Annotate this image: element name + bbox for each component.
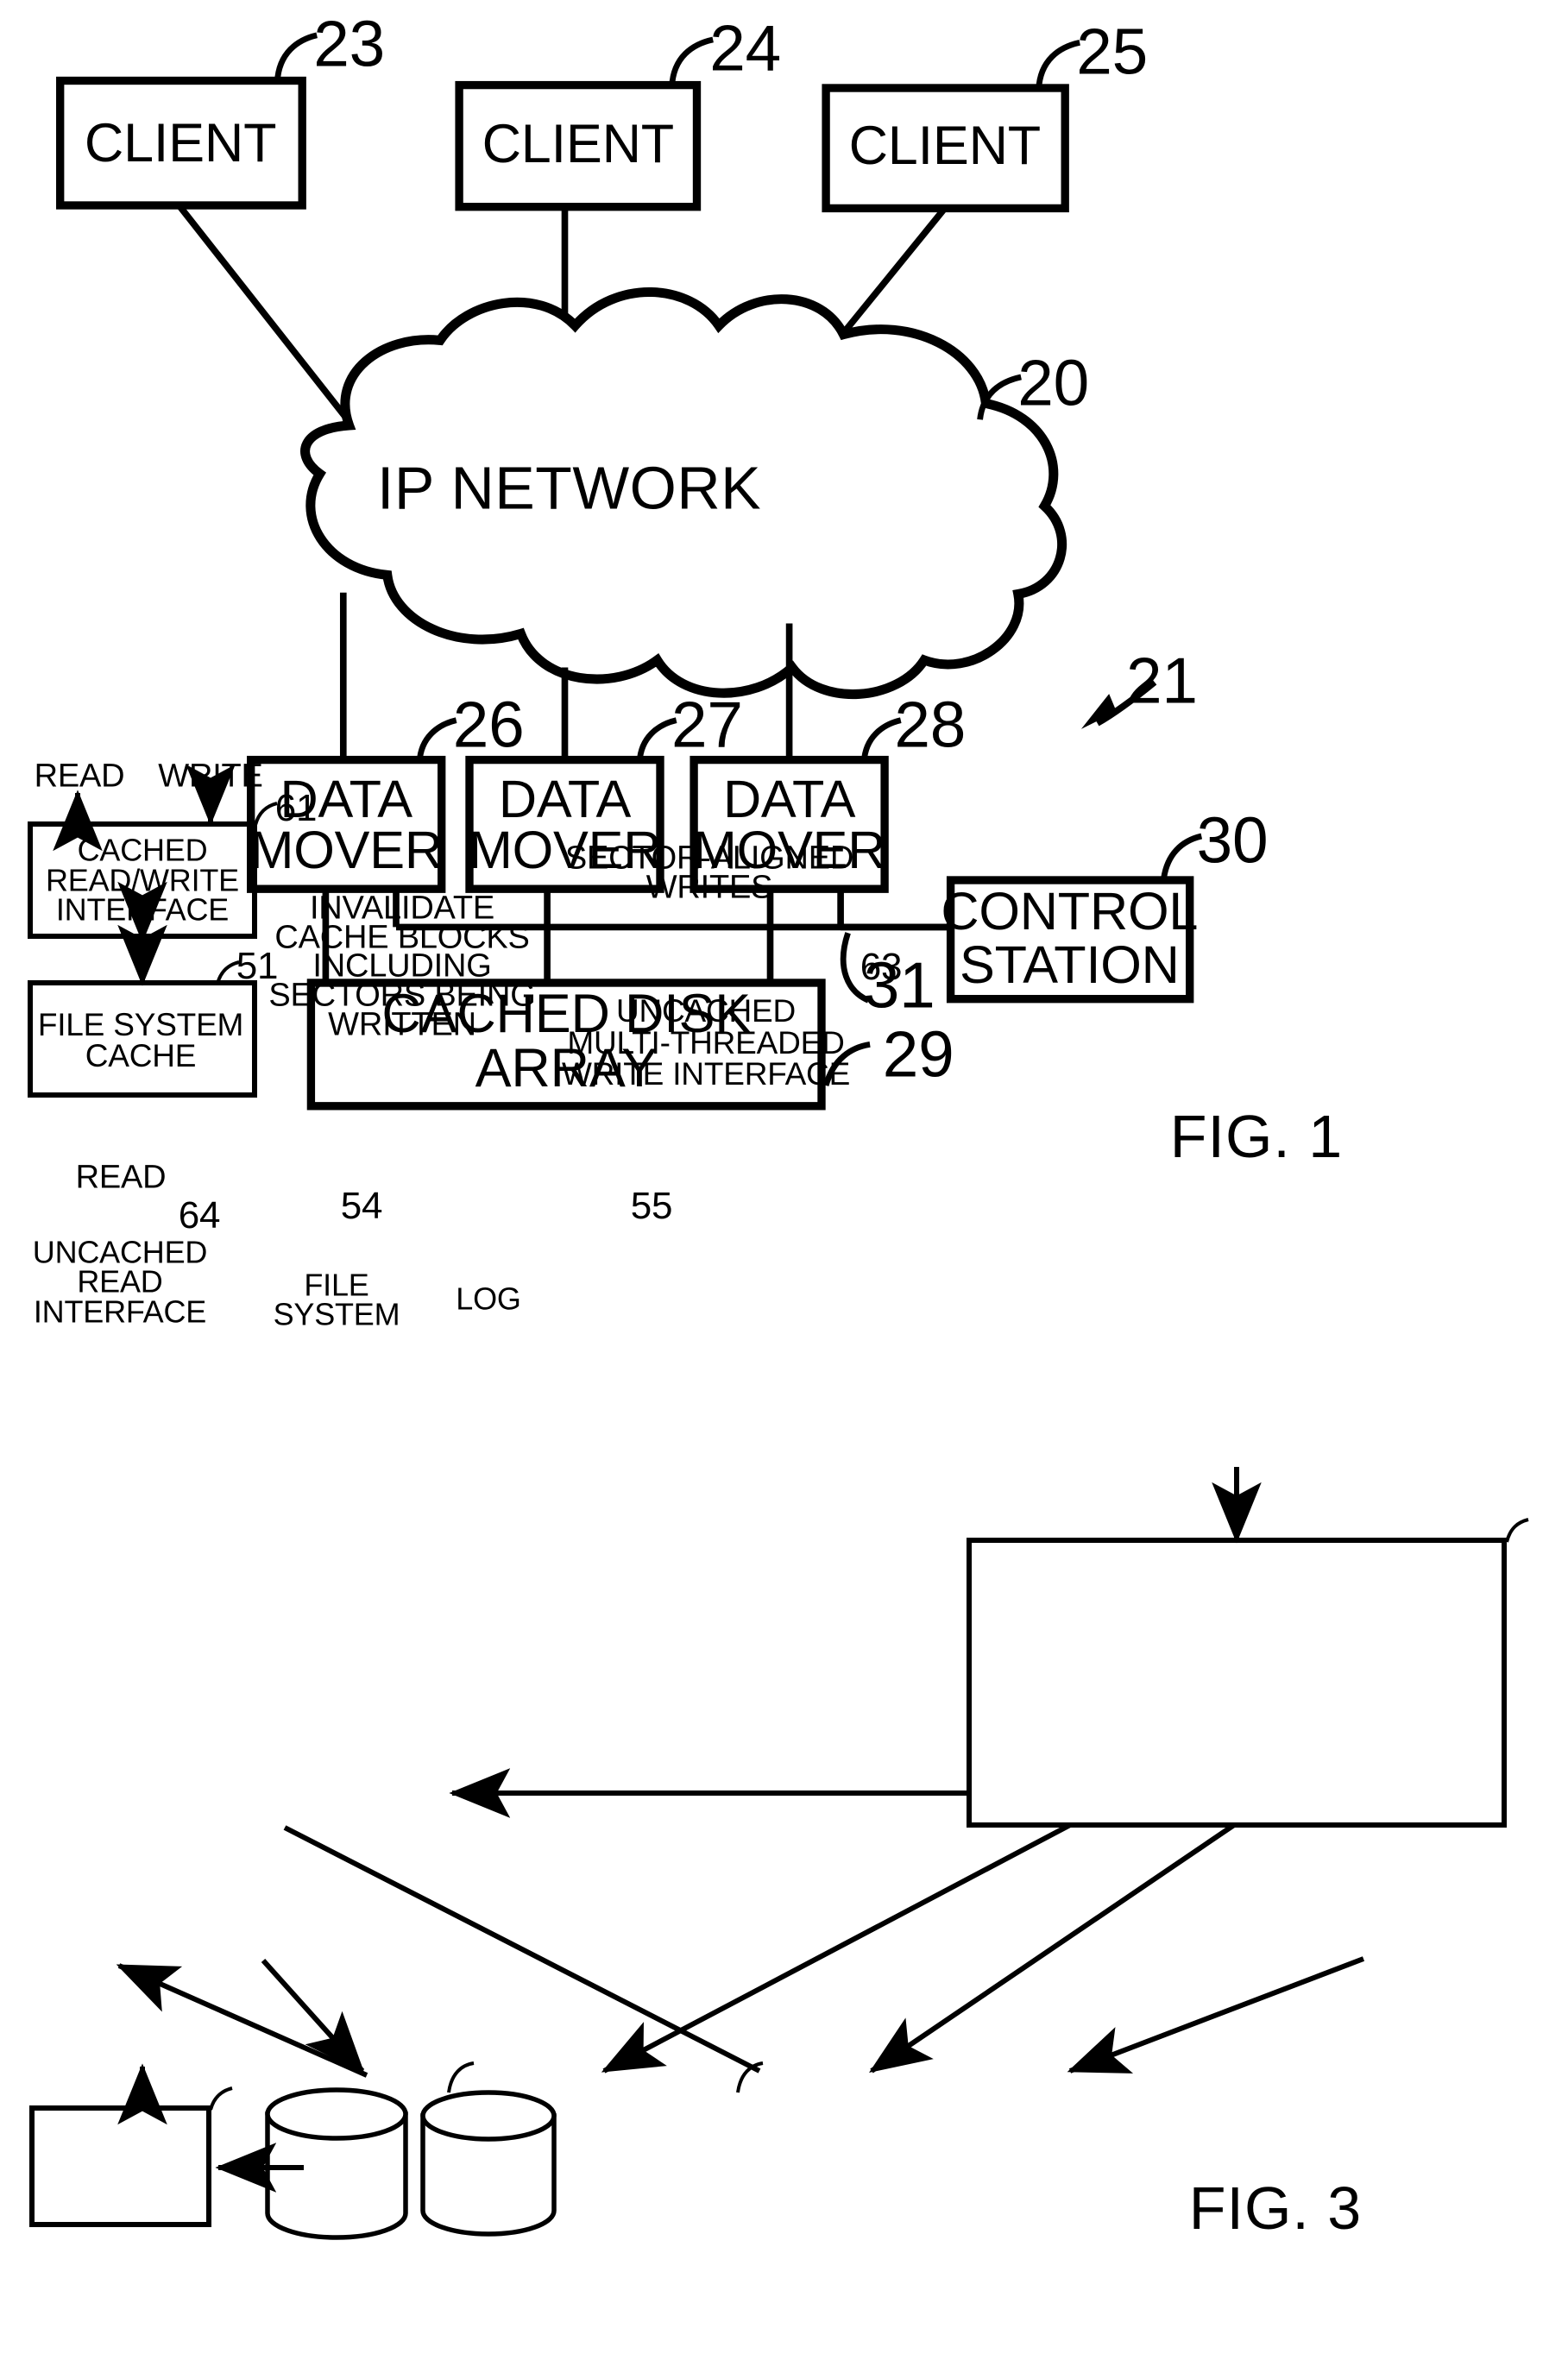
- drawing-vector-layer: [28, 32, 1529, 2240]
- write-flow-label-top: WRITE: [158, 758, 263, 795]
- client-label-25: CLIENT: [848, 116, 1042, 177]
- uncached-write-interface-box: [967, 1538, 1507, 1828]
- client-label-23: CLIENT: [84, 112, 277, 173]
- patent-drawing-sheet: 23 24 25 CLIENT CLIENT CLIENT IP NETWORK…: [0, 0, 1568, 2360]
- file-system-cache-line2: CACHE: [85, 1037, 197, 1073]
- ref-numeral-54: 54: [340, 1184, 383, 1227]
- ref-numeral-20: 20: [1017, 346, 1089, 419]
- fig3-store-links: [116, 1822, 1365, 2078]
- figure-3-caption: FIG. 3: [1188, 2174, 1363, 2243]
- read-flow-label-bottom: READ: [75, 1159, 167, 1196]
- invalidate-note-line5: WRITTEN: [328, 1006, 476, 1043]
- client-label-24: CLIENT: [482, 114, 675, 175]
- ref-numeral-21: 21: [1125, 644, 1198, 717]
- sector-aligned-writes-line2: WRITES: [645, 869, 773, 906]
- ref-numeral-61: 61: [274, 786, 318, 829]
- uncached-write-interface-line1: UNCACHED: [615, 992, 797, 1029]
- log-cylinder: [420, 2090, 557, 2237]
- ref-numeral-26: 26: [452, 688, 525, 761]
- ref-numeral-25: 25: [1076, 14, 1148, 87]
- uncached-read-interface-box: [29, 2105, 211, 2227]
- control-station-label-line2: STATION: [959, 935, 1180, 994]
- file-system-cylinder-line2: SYSTEM: [273, 1296, 400, 1332]
- control-station-label-line1: CONTROL: [941, 882, 1199, 941]
- uncached-write-interface-line3: WRITE INTERFACE: [561, 1055, 851, 1092]
- uncached-read-interface-line3: INTERFACE: [33, 1293, 207, 1330]
- read-flow-label-top: READ: [34, 758, 125, 795]
- leader-64: [209, 2086, 233, 2111]
- ref-numeral-64: 64: [178, 1193, 221, 1237]
- ref-numeral-28: 28: [894, 688, 967, 761]
- ref-numeral-29: 29: [882, 1017, 954, 1091]
- ref-numeral-24: 24: [709, 11, 781, 85]
- ref-numeral-63: 63: [860, 945, 903, 988]
- figure-1-caption: FIG. 1: [1169, 1103, 1344, 1171]
- ref-numeral-27: 27: [671, 688, 743, 761]
- leader-63: [1505, 1518, 1529, 1543]
- file-system-cylinder: [265, 2087, 408, 2240]
- ref-numeral-55: 55: [630, 1184, 673, 1227]
- ip-network-label: IP NETWORK: [377, 454, 762, 522]
- cached-rw-interface-line3: INTERFACE: [55, 891, 230, 928]
- ref-numeral-30: 30: [1196, 803, 1269, 877]
- fig3-top-flow-arrows: [53, 764, 236, 852]
- ref-numeral-23: 23: [313, 7, 385, 80]
- log-cylinder-label: LOG: [456, 1281, 521, 1317]
